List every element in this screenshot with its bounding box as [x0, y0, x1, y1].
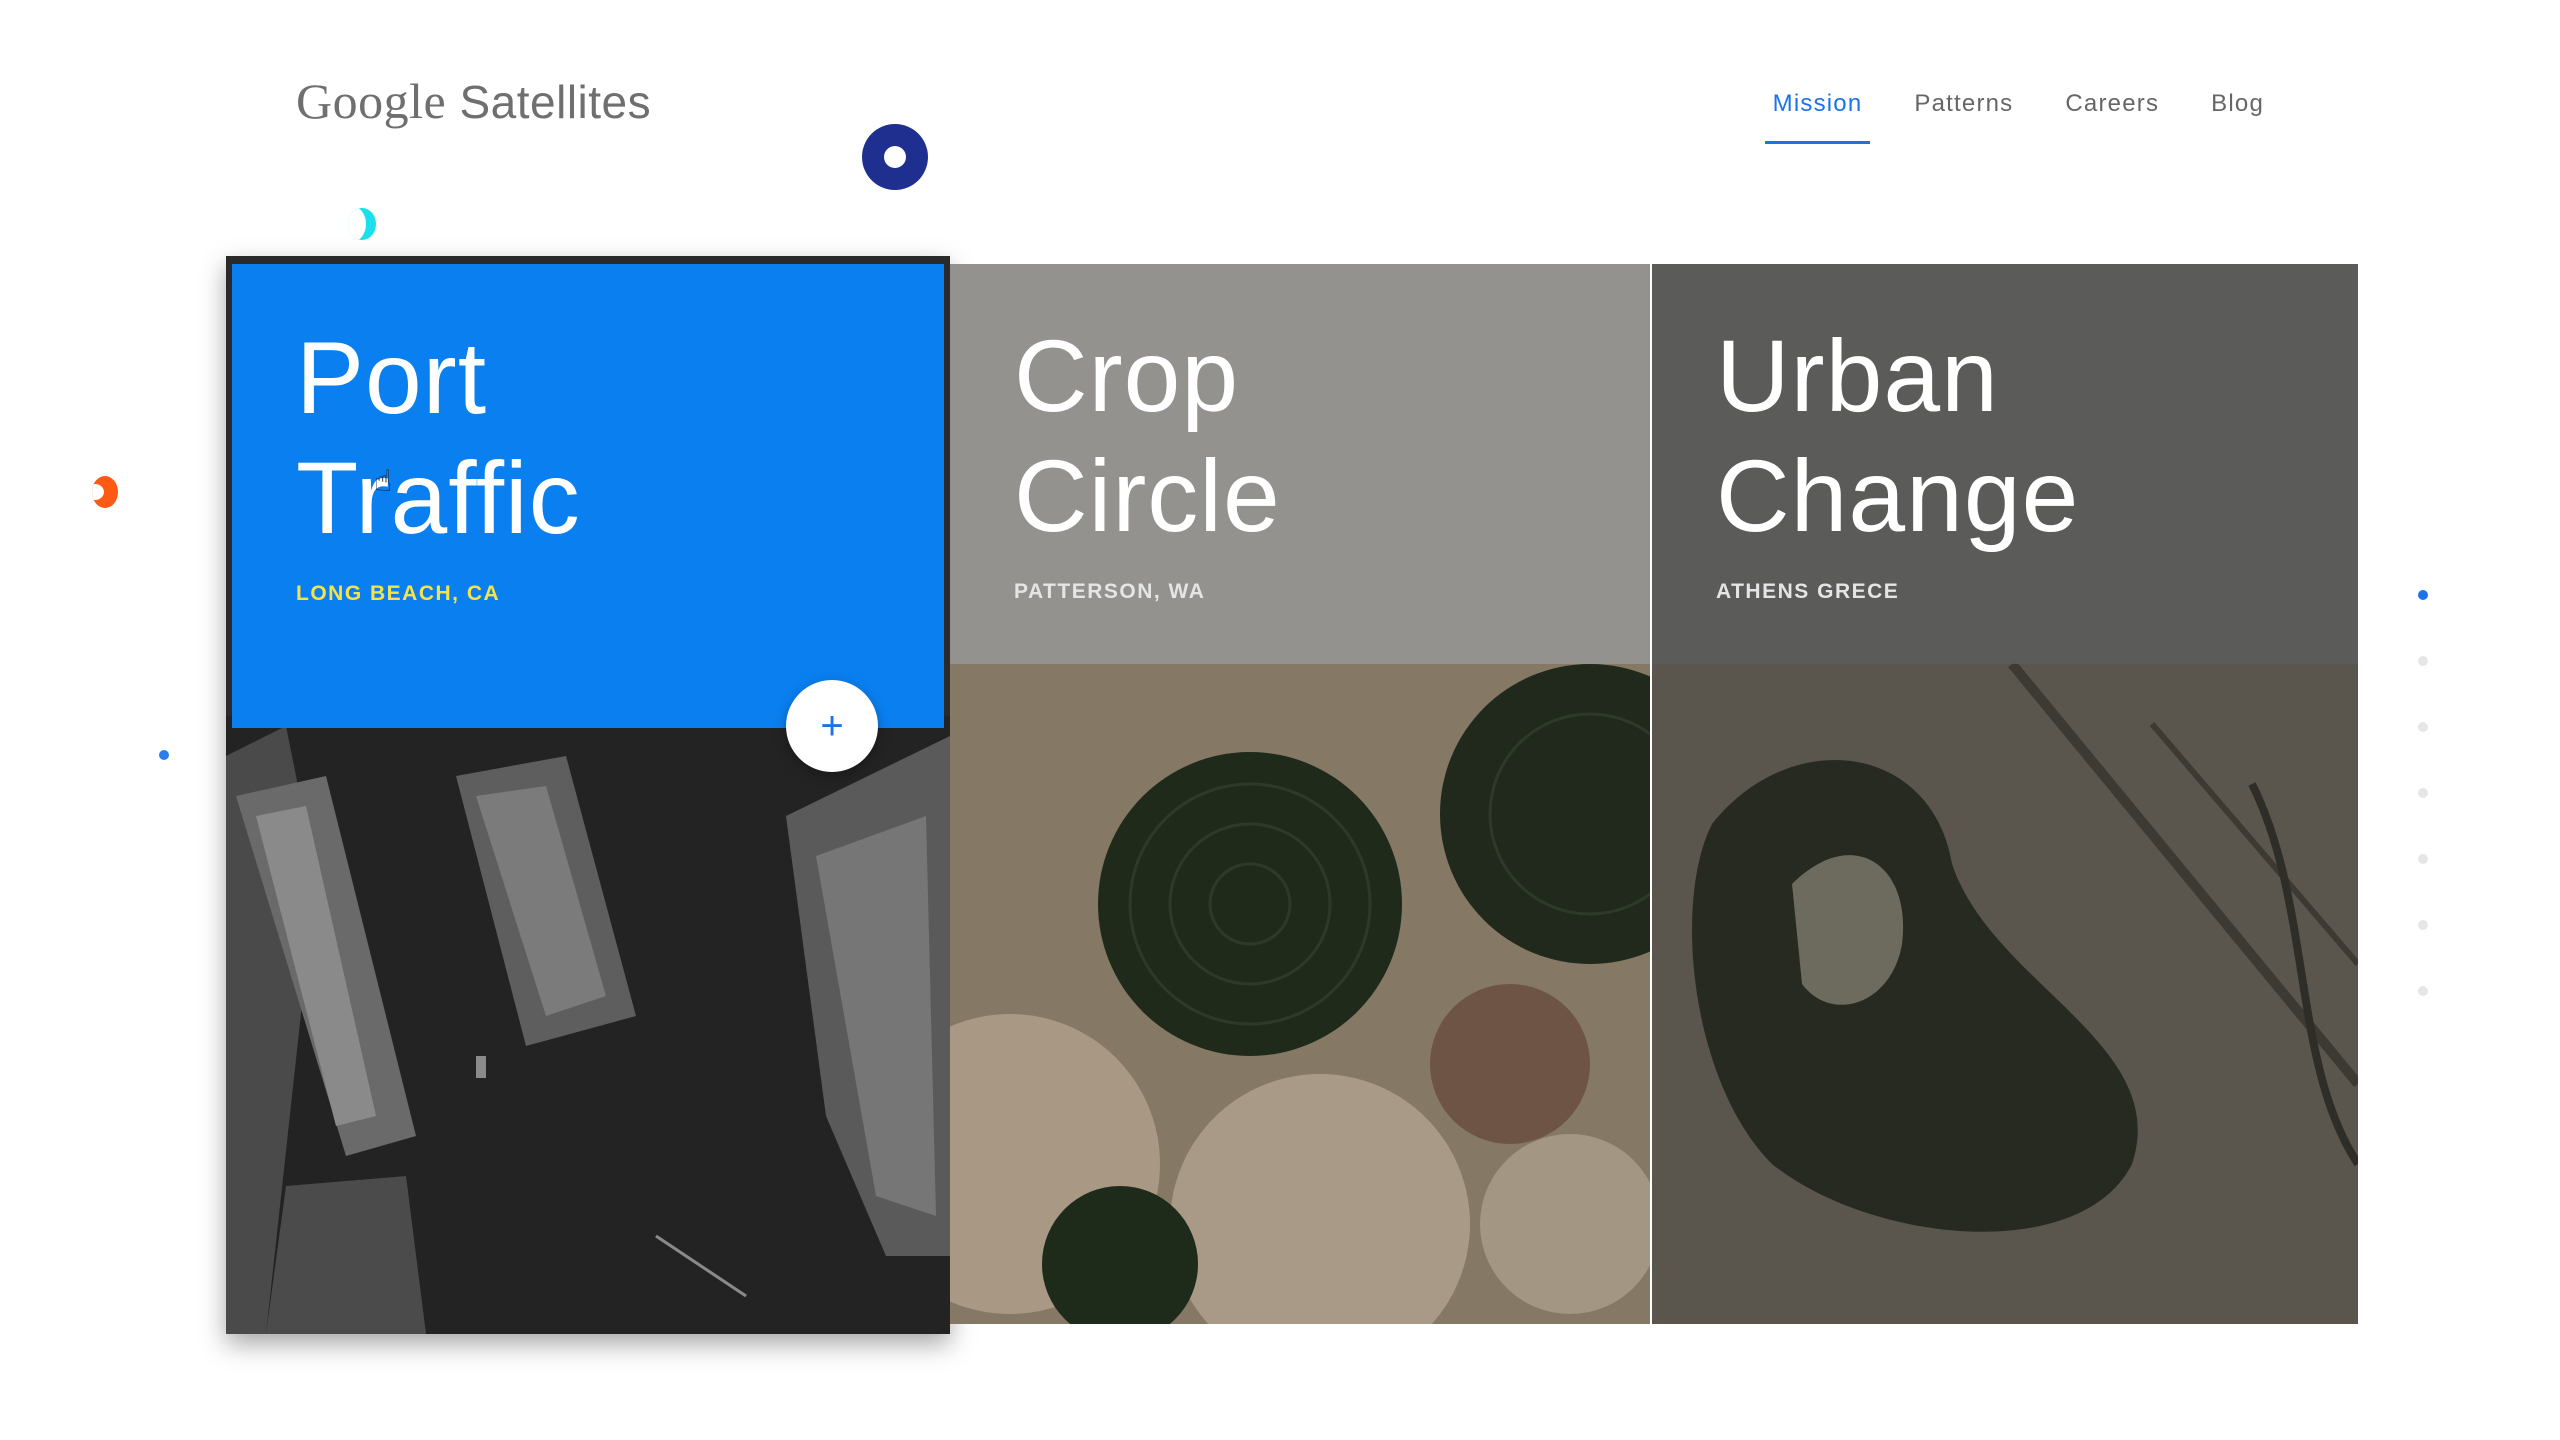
- card-location: PATTERSON, WA: [1014, 580, 1206, 603]
- brand-google-wordmark: Google: [296, 73, 447, 129]
- card-location: LONG BEACH, CA: [296, 582, 501, 605]
- page-dot[interactable]: [2418, 590, 2428, 600]
- card-title-line2: Traffic: [296, 441, 581, 555]
- card-title: Crop Circle: [1014, 316, 1281, 556]
- urban-card-header: Urban Change ATHENS GRECE: [1652, 264, 2358, 664]
- decorative-orange-crescent: [92, 476, 118, 508]
- port-card-header: Port Traffic LONG BEACH, CA ☝: [232, 264, 944, 728]
- card-port-traffic[interactable]: Port Traffic LONG BEACH, CA ☝ +: [226, 256, 950, 1334]
- page-dot[interactable]: [2418, 722, 2428, 732]
- decorative-blue-dot: [159, 750, 169, 760]
- brand-logo[interactable]: Google Satellites: [296, 72, 651, 130]
- page-dot[interactable]: [2418, 920, 2428, 930]
- card-title-line1: Urban: [1716, 319, 1999, 433]
- nav-item-careers[interactable]: Careers: [2039, 90, 2185, 144]
- card-urban-change[interactable]: Urban Change ATHENS GRECE: [1652, 264, 2358, 1324]
- nav-item-blog[interactable]: Blog: [2185, 90, 2290, 144]
- page-dot[interactable]: [2418, 656, 2428, 666]
- page-dot[interactable]: [2418, 788, 2428, 798]
- card-crop-circle[interactable]: Crop Circle PATTERSON, WA: [950, 264, 1650, 1324]
- decorative-cyan-crescent: [348, 208, 376, 240]
- card-title-line2: Circle: [1014, 439, 1281, 553]
- card-title-line1: Crop: [1014, 319, 1240, 433]
- page-dot[interactable]: [2418, 854, 2428, 864]
- card-location: ATHENS GRECE: [1716, 580, 1900, 603]
- page-dot[interactable]: [2418, 986, 2428, 996]
- brand-product-name: Satellites: [459, 76, 652, 128]
- nav-item-mission[interactable]: Mission: [1747, 90, 1889, 144]
- card-title-line2: Change: [1716, 439, 2080, 553]
- nav-item-patterns[interactable]: Patterns: [1888, 90, 2039, 144]
- main-nav: Mission Patterns Careers Blog: [1747, 90, 2290, 144]
- page-indicator: [2418, 590, 2430, 1052]
- card-title: Port Traffic: [296, 318, 581, 558]
- card-title: Urban Change: [1716, 316, 2079, 556]
- card-title-line1: Port: [296, 321, 488, 435]
- expand-button[interactable]: +: [786, 680, 878, 772]
- crop-card-header: Crop Circle PATTERSON, WA: [950, 264, 1650, 664]
- plus-icon: +: [820, 703, 844, 748]
- hand-cursor-icon: ☝: [374, 465, 393, 498]
- decorative-ring-shape: [862, 124, 928, 190]
